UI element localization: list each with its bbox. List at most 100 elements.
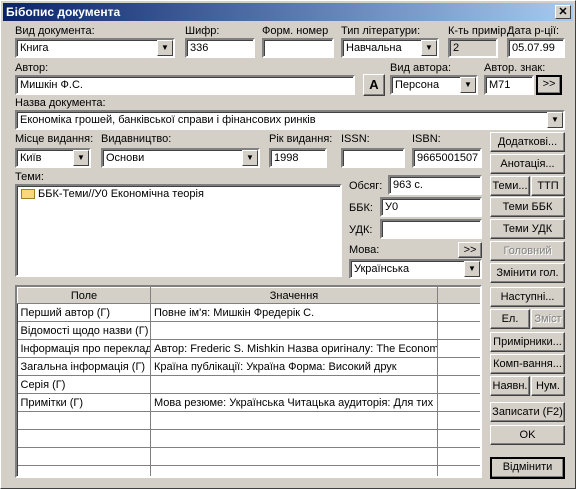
table-row[interactable]: [17, 465, 480, 476]
entry-date-field[interactable]: 05.07.99: [507, 38, 565, 58]
table-cell-value[interactable]: Повне ім'я: Мишкін Фредерік С.: [150, 303, 438, 322]
chevron-down-icon[interactable]: ▼: [460, 77, 476, 93]
table-cell-value[interactable]: [150, 429, 438, 448]
chevron-down-icon[interactable]: ▼: [421, 40, 437, 56]
isbn-label: ISBN:: [412, 133, 441, 145]
author-sign-button[interactable]: >>: [536, 75, 562, 95]
language-select[interactable]: Українська ▼: [349, 259, 482, 279]
author-sign-field[interactable]: М71: [484, 75, 534, 95]
ttp-button[interactable]: ТТП: [531, 176, 565, 196]
table-cell-field[interactable]: Примітки (Г): [17, 393, 151, 412]
table-row[interactable]: Примітки (Г) Мова резюме: Українська Чита…: [17, 393, 480, 412]
chevron-down-icon[interactable]: ▼: [157, 40, 173, 56]
udk-field[interactable]: [380, 219, 482, 239]
completion-button[interactable]: Комп-вання...: [490, 354, 565, 374]
table-cell-value[interactable]: Мова резюме: Українська Читацька аудитор…: [150, 393, 438, 412]
el-button[interactable]: Ел.: [490, 309, 530, 329]
table-cell-value[interactable]: Автор: Frederic S. Mishkin Назва оригіна…: [150, 339, 438, 358]
column-header-extra: [437, 287, 480, 304]
change-main-button[interactable]: Змінити гол.: [490, 263, 565, 283]
table-cell-field[interactable]: [17, 447, 151, 466]
table-row[interactable]: Інформація про переклад Автор: Frederic S…: [17, 339, 480, 358]
pub-year-label: Рік видання:: [269, 133, 333, 145]
author-font-button[interactable]: A: [363, 74, 385, 96]
save-button[interactable]: Записати (F2): [490, 402, 565, 422]
table-header-row: Поле Значення: [17, 287, 480, 304]
chevron-down-icon[interactable]: ▼: [242, 150, 258, 166]
lit-type-value: Навчальна: [346, 42, 402, 54]
table-row[interactable]: [17, 411, 480, 430]
chevron-down-icon[interactable]: ▼: [547, 112, 563, 128]
cipher-field[interactable]: 336: [185, 38, 255, 58]
table-cell-field[interactable]: [17, 429, 151, 448]
topics-list[interactable]: ББК-Теми//У0 Економічна теорія: [15, 184, 342, 277]
topics-label: Теми:: [15, 171, 44, 183]
table-cell-field[interactable]: Перший автор (Г): [17, 303, 151, 322]
chevron-down-icon[interactable]: ▼: [73, 150, 89, 166]
table-row[interactable]: [17, 429, 480, 448]
copies-button[interactable]: Примірники...: [490, 332, 565, 352]
topics-button[interactable]: Теми...: [490, 176, 530, 196]
lit-type-select[interactable]: Навчальна ▼: [341, 38, 439, 58]
publisher-label: Видавництво:: [101, 133, 172, 145]
table-cell-field[interactable]: Серія (Г): [17, 375, 151, 394]
form-number-field[interactable]: [262, 38, 334, 58]
language-more-button[interactable]: >>: [458, 242, 482, 258]
publisher-select[interactable]: Основи ▼: [101, 148, 260, 168]
doc-type-value: Книга: [20, 42, 49, 54]
data-table: Поле Значення Перший автор (Г) Повне ім'я…: [17, 287, 480, 476]
bbk-field[interactable]: У0: [380, 197, 482, 217]
table-row[interactable]: [17, 447, 480, 466]
author-type-select[interactable]: Персона ▼: [390, 75, 478, 95]
table-cell-value[interactable]: [150, 375, 438, 394]
table-cell-extra: [437, 357, 480, 376]
volume-label: Обсяг:: [349, 180, 383, 192]
table-row[interactable]: Перший автор (Г) Повне ім'я: Мишкін Фреде…: [17, 303, 480, 322]
topics-udk-button[interactable]: Теми УДК: [490, 219, 565, 239]
doc-type-select[interactable]: Книга ▼: [15, 38, 175, 58]
contents-button: Зміст: [531, 309, 565, 329]
table-cell-value[interactable]: [150, 321, 438, 340]
table-cell-value[interactable]: Країна публікації: Україна Форма: Високи…: [150, 357, 438, 376]
issn-field[interactable]: [341, 148, 405, 168]
doc-name-select[interactable]: Економіка грошей, банківської справи і ф…: [15, 110, 565, 130]
table-cell-field[interactable]: [17, 411, 151, 430]
isbn-field[interactable]: 9665001507: [412, 148, 482, 168]
pub-place-label: Місце видання:: [15, 133, 94, 145]
table-cell-value[interactable]: [150, 447, 438, 466]
next-button[interactable]: Наступні...: [490, 287, 565, 307]
author-field[interactable]: Мишкін Ф.С.: [15, 75, 355, 95]
ok-button[interactable]: OK: [490, 425, 565, 445]
additional-button[interactable]: Додаткові...: [490, 132, 565, 152]
cancel-button[interactable]: Відмінити: [490, 457, 565, 479]
topic-item-label: ББК-Теми//У0 Економічна теорія: [38, 188, 204, 200]
numbering-button[interactable]: Нум.: [531, 376, 565, 396]
chevron-down-icon[interactable]: ▼: [464, 261, 480, 277]
list-item[interactable]: ББК-Теми//У0 Економічна теорія: [21, 188, 336, 200]
table-cell-field[interactable]: Загальна інформація (Г): [17, 357, 151, 376]
pub-place-select[interactable]: Київ ▼: [15, 148, 91, 168]
copies-field: 2: [448, 38, 498, 58]
table-cell-value[interactable]: [150, 411, 438, 430]
availability-button[interactable]: Наявн.: [490, 376, 530, 396]
table-cell-field[interactable]: Інформація про переклад: [17, 339, 151, 358]
cipher-label: Шифр:: [185, 25, 220, 37]
column-header-value[interactable]: Значення: [150, 287, 438, 304]
table-row[interactable]: Серія (Г): [17, 375, 480, 394]
language-value: Українська: [354, 263, 410, 275]
topics-bbk-button[interactable]: Теми ББК: [490, 197, 565, 217]
volume-field[interactable]: 963 с.: [388, 175, 482, 195]
annotation-button[interactable]: Анотація...: [490, 154, 565, 174]
column-header-field[interactable]: Поле: [17, 287, 151, 304]
author-type-value: Персона: [395, 79, 440, 91]
fields-table[interactable]: Поле Значення Перший автор (Г) Повне ім'я…: [15, 285, 482, 478]
table-row[interactable]: Загальна інформація (Г) Країна публікації…: [17, 357, 480, 376]
table-cell-field[interactable]: Відомості щодо назви (Г): [17, 321, 151, 340]
table-row[interactable]: Відомості щодо назви (Г): [17, 321, 480, 340]
pub-year-field[interactable]: 1998: [269, 148, 327, 168]
table-cell-value[interactable]: [150, 465, 438, 476]
document-window: Бібопис документа ✕ Вид документа: Книга…: [0, 0, 576, 489]
table-cell-field[interactable]: [17, 465, 151, 476]
close-button[interactable]: ✕: [555, 5, 571, 19]
lit-type-label: Тип літератури:: [341, 25, 421, 37]
